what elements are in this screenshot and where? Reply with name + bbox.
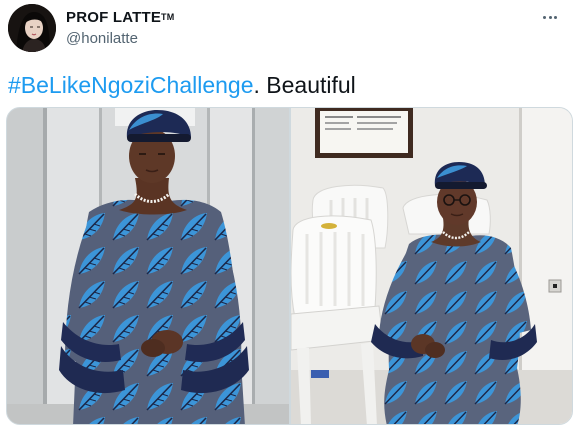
trademark-mark: TM — [161, 12, 175, 22]
more-options-button[interactable] — [536, 6, 564, 28]
profile-avatar-icon — [8, 4, 56, 52]
ellipsis-icon — [543, 15, 547, 19]
photo-woman-standing-icon — [7, 108, 289, 424]
photo-woman-seated-white-chairs-icon — [291, 108, 572, 424]
media-grid — [6, 107, 573, 425]
avatar[interactable] — [8, 4, 56, 52]
photo-woman-seated-white-chairs[interactable] — [291, 108, 572, 424]
tweet-body-text: . Beautiful — [253, 72, 356, 98]
display-name[interactable]: PROF LATTETM — [66, 8, 174, 28]
tweet-card: PROF LATTETM @honilatte #BeLikeNgoziChal… — [0, 0, 574, 425]
author-block: PROF LATTETM @honilatte — [66, 8, 174, 49]
author-handle[interactable]: @honilatte — [66, 29, 174, 49]
ellipsis-icon — [553, 15, 557, 19]
photo-woman-standing[interactable] — [7, 108, 289, 424]
tweet-text: #BeLikeNgoziChallenge. Beautiful — [8, 70, 356, 100]
ellipsis-icon — [548, 15, 552, 19]
hashtag-link[interactable]: #BeLikeNgoziChallenge — [8, 72, 254, 98]
display-name-text: PROF LATTE — [66, 9, 162, 26]
